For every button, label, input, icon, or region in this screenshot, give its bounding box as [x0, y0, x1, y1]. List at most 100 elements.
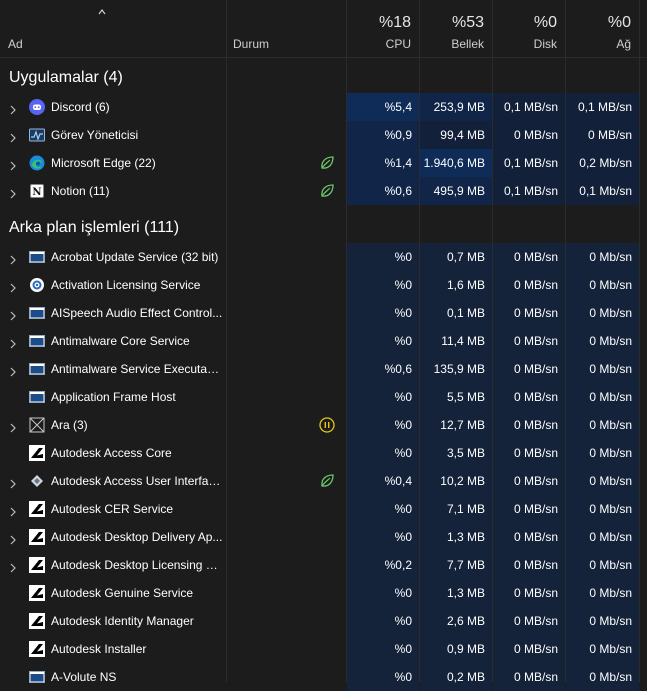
expand-chevron-icon[interactable] — [9, 560, 17, 573]
expand-chevron-icon[interactable] — [9, 186, 17, 199]
disk-cell: 0 MB/sn — [493, 327, 565, 355]
process-row[interactable]: N Notion (11) %0,6 495,9 MB 0,1 MB/sn 0,1 Mb/… — [0, 177, 647, 205]
process-row[interactable]: Autodesk Installer %0 0,9 MB 0 MB/sn 0 Mb/sn — [0, 635, 647, 663]
process-row[interactable]: Antimalware Core Service %0 11,4 MB 0 MB/sn… — [0, 327, 647, 355]
cpu-cell: %0 — [347, 383, 419, 411]
disk-cell: 0 MB/sn — [493, 495, 565, 523]
process-name: Autodesk Identity Manager — [51, 614, 194, 628]
window-icon — [29, 389, 45, 405]
expand-chevron-icon[interactable] — [9, 130, 17, 143]
cpu-cell: %0,6 — [347, 355, 419, 383]
memory-cell: 2,6 MB — [420, 607, 492, 635]
memory-cell: 7,1 MB — [420, 495, 492, 523]
expand-chevron-icon[interactable] — [9, 280, 17, 293]
disk-total-percent: %0 — [533, 14, 557, 31]
cpu-column-header[interactable]: %18 CPU — [347, 0, 419, 58]
memory-cell: 99,4 MB — [420, 121, 492, 149]
expand-chevron-icon[interactable] — [9, 252, 17, 265]
process-name: Autodesk Installer — [51, 642, 147, 656]
network-cell: 0 Mb/sn — [566, 523, 639, 551]
process-row[interactable]: Autodesk Access User Interfac... %0,4 10,2… — [0, 467, 647, 495]
network-cell: 0 Mb/sn — [566, 271, 639, 299]
autodesk-icon — [29, 613, 45, 629]
disk-column-header[interactable]: %0 Disk — [493, 0, 565, 58]
disk-cell: 0 MB/sn — [493, 663, 565, 691]
window-icon — [29, 333, 45, 349]
process-row[interactable]: Autodesk Access Core %0 3,5 MB 0 MB/sn 0 Mb/… — [0, 439, 647, 467]
network-column-header[interactable]: %0 Ağ — [566, 0, 639, 58]
cpu-cell: %0,6 — [347, 177, 419, 205]
window-icon — [29, 669, 45, 685]
cpu-cell: %0 — [347, 607, 419, 635]
process-row[interactable]: Discord (6) %5,4 253,9 MB 0,1 MB/sn 0,1 MB/s… — [0, 93, 647, 121]
process-row[interactable]: Autodesk Desktop Licensing S... %0,2 7,7 M… — [0, 551, 647, 579]
expand-chevron-icon[interactable] — [9, 336, 17, 349]
cpu-cell: %0,4 — [347, 467, 419, 495]
process-row[interactable]: Autodesk Identity Manager %0 2,6 MB 0 MB/sn… — [0, 607, 647, 635]
process-row[interactable]: Antimalware Service Executable %0,6 135,9 … — [0, 355, 647, 383]
process-row[interactable]: Acrobat Update Service (32 bit) %0 0,7 MB 0… — [0, 243, 647, 271]
process-name: Activation Licensing Service — [51, 278, 201, 292]
process-row[interactable]: Autodesk Genuine Service %0 1,3 MB 0 MB/sn 0… — [0, 579, 647, 607]
background-section-title: Arka plan işlemleri (111) — [9, 219, 180, 236]
column-header-row: Ad Durum %18 CPU %53 Bellek %0 Disk %0 A… — [0, 0, 647, 58]
process-row[interactable]: AISpeech Audio Effect Control... %0 0,1 MB… — [0, 299, 647, 327]
network-cell: 0 Mb/sn — [566, 635, 639, 663]
process-row[interactable]: Microsoft Edge (22) %1,4 1.940,6 MB 0,1 MB/… — [0, 149, 647, 177]
autodesk-icon — [29, 557, 45, 573]
process-name: Autodesk Genuine Service — [51, 586, 194, 600]
process-name: Application Frame Host — [51, 390, 176, 404]
disk-cell: 0 MB/sn — [493, 383, 565, 411]
memory-cell: 7,7 MB — [420, 551, 492, 579]
autodesk-icon — [29, 641, 45, 657]
cpu-cell: %0,2 — [347, 551, 419, 579]
expand-chevron-icon[interactable] — [9, 420, 17, 433]
process-row[interactable]: Autodesk Desktop Delivery Ap... %0 1,3 MB 0… — [0, 523, 647, 551]
window-icon — [29, 305, 45, 321]
suspended-pause-icon — [319, 417, 335, 433]
network-cell: 0,1 Mb/sn — [566, 177, 639, 205]
memory-cell: 10,2 MB — [420, 467, 492, 495]
expand-chevron-icon[interactable] — [9, 102, 17, 115]
cpu-cell: %0,9 — [347, 121, 419, 149]
network-column-label: Ağ — [616, 37, 631, 51]
memory-cell: 135,9 MB — [420, 355, 492, 383]
memory-cell: 0,1 MB — [420, 299, 492, 327]
expand-chevron-icon[interactable] — [9, 364, 17, 377]
process-row[interactable]: A-Volute NS %0 0,2 MB 0 MB/sn 0 Mb/sn — [0, 663, 647, 691]
memory-column-header[interactable]: %53 Bellek — [420, 0, 492, 58]
memory-cell: 1,3 MB — [420, 523, 492, 551]
network-cell: 0 Mb/sn — [566, 467, 639, 495]
name-column-header[interactable]: Ad — [0, 0, 226, 58]
memory-cell: 3,5 MB — [420, 439, 492, 467]
disk-cell: 0 MB/sn — [493, 355, 565, 383]
cpu-cell: %0 — [347, 579, 419, 607]
process-row[interactable]: Application Frame Host %0 5,5 MB 0 MB/sn 0 M… — [0, 383, 647, 411]
process-row[interactable]: Autodesk CER Service %0 7,1 MB 0 MB/sn 0 Mb/… — [0, 495, 647, 523]
disk-cell: 0 MB/sn — [493, 271, 565, 299]
process-row[interactable]: Görev Yöneticisi %0,9 99,4 MB 0 MB/sn 0 MB/s… — [0, 121, 647, 149]
disk-cell: 0 MB/sn — [493, 607, 565, 635]
cpu-cell: %0 — [347, 271, 419, 299]
network-cell: 0 Mb/sn — [566, 299, 639, 327]
status-column-header[interactable]: Durum — [227, 0, 346, 58]
expand-chevron-icon[interactable] — [9, 532, 17, 545]
memory-cell: 0,7 MB — [420, 243, 492, 271]
expand-chevron-icon[interactable] — [9, 476, 17, 489]
task-manager-icon — [29, 127, 45, 143]
expand-chevron-icon[interactable] — [9, 504, 17, 517]
expand-chevron-icon[interactable] — [9, 158, 17, 171]
network-cell: 0 Mb/sn — [566, 355, 639, 383]
process-row[interactable]: Ara (3) %0 12,7 MB 0 MB/sn 0 Mb/sn — [0, 411, 647, 439]
process-name: Acrobat Update Service (32 bit) — [51, 250, 219, 264]
network-cell: 0 Mb/sn — [566, 411, 639, 439]
network-cell: 0,1 MB/sn — [566, 93, 639, 121]
process-name: Antimalware Core Service — [51, 334, 190, 348]
memory-cell: 0,2 MB — [420, 663, 492, 691]
process-row[interactable]: Activation Licensing Service %0 1,6 MB 0 MB… — [0, 271, 647, 299]
network-cell: 0 Mb/sn — [566, 579, 639, 607]
process-name: Antimalware Service Executable — [51, 362, 223, 376]
memory-cell: 5,5 MB — [420, 383, 492, 411]
network-cell: 0 Mb/sn — [566, 243, 639, 271]
expand-chevron-icon[interactable] — [9, 308, 17, 321]
